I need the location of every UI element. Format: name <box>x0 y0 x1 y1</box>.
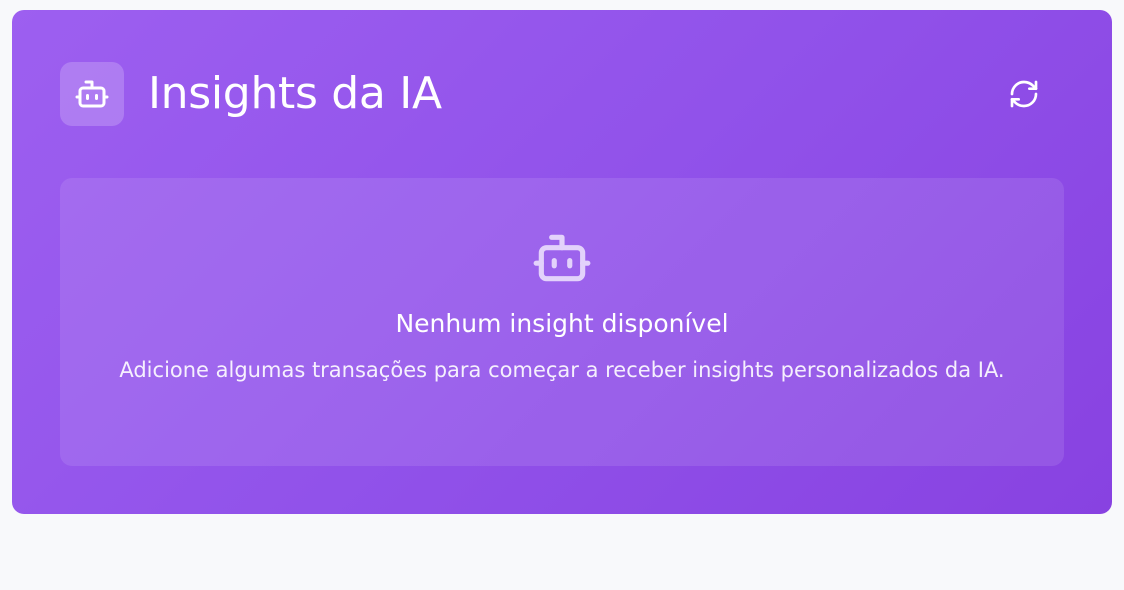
refresh-button[interactable] <box>1000 74 1048 114</box>
robot-icon <box>60 62 124 126</box>
empty-state-robot-icon <box>530 230 594 286</box>
empty-state-title: Nenhum insight disponível <box>395 309 729 338</box>
empty-state-text: Adicione algumas transações para começar… <box>119 358 1005 382</box>
refresh-icon <box>1010 80 1038 108</box>
ai-insights-card: Insights da IA Nenhum insight disponível… <box>12 10 1112 514</box>
card-title: Insights da IA <box>148 68 442 119</box>
empty-state-panel: Nenhum insight disponível Adicione algum… <box>60 178 1064 466</box>
